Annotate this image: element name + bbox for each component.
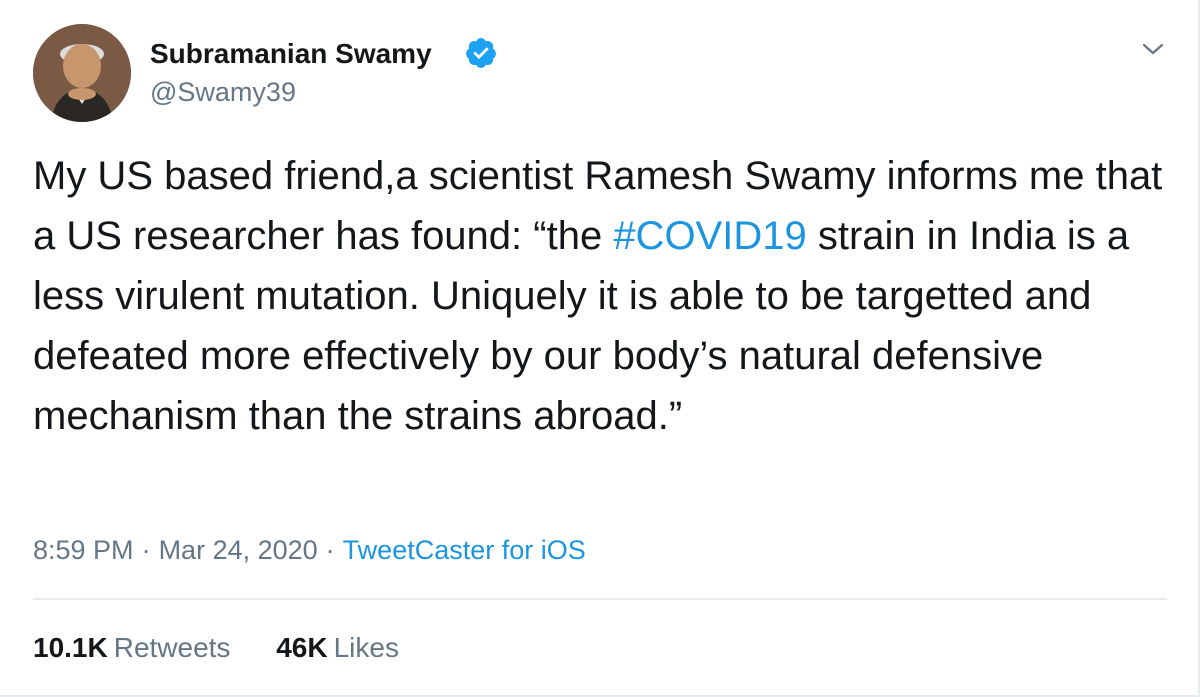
author-handle[interactable]: @Swamy39 — [150, 76, 296, 108]
tweet-meta: 8:59 PM · Mar 24, 2020 · TweetCaster for iOS — [33, 532, 586, 568]
meta-separator: · — [325, 535, 335, 565]
author-display-name[interactable]: Subramanian Swamy — [150, 38, 432, 70]
retweets-count: 10.1K — [33, 632, 108, 663]
likes-label: Likes — [333, 632, 399, 663]
tweet-card: Subramanian Swamy @Swamy39 My US based f… — [0, 0, 1200, 697]
divider — [33, 598, 1167, 600]
meta-separator: · — [141, 535, 151, 565]
tweet-stats: 10.1K Retweets 46K Likes — [33, 630, 399, 666]
likes-count: 46K — [276, 632, 328, 663]
tweet-date[interactable]: Mar 24, 2020 — [159, 535, 318, 565]
tweet-time[interactable]: 8:59 PM — [33, 535, 134, 565]
hashtag-link[interactable]: #COVID19 — [613, 214, 806, 258]
retweets-stat[interactable]: 10.1K Retweets — [33, 630, 230, 666]
retweets-label: Retweets — [113, 632, 231, 663]
likes-stat[interactable]: 46K Likes — [276, 630, 399, 666]
verified-badge-icon — [466, 38, 496, 68]
avatar[interactable] — [33, 24, 131, 122]
tweet-text: My US based friend,a scientist Ramesh Sw… — [33, 146, 1173, 446]
chevron-down-icon[interactable] — [1138, 34, 1168, 64]
avatar-image — [33, 24, 131, 122]
tweet-source-link[interactable]: TweetCaster for iOS — [343, 535, 586, 565]
